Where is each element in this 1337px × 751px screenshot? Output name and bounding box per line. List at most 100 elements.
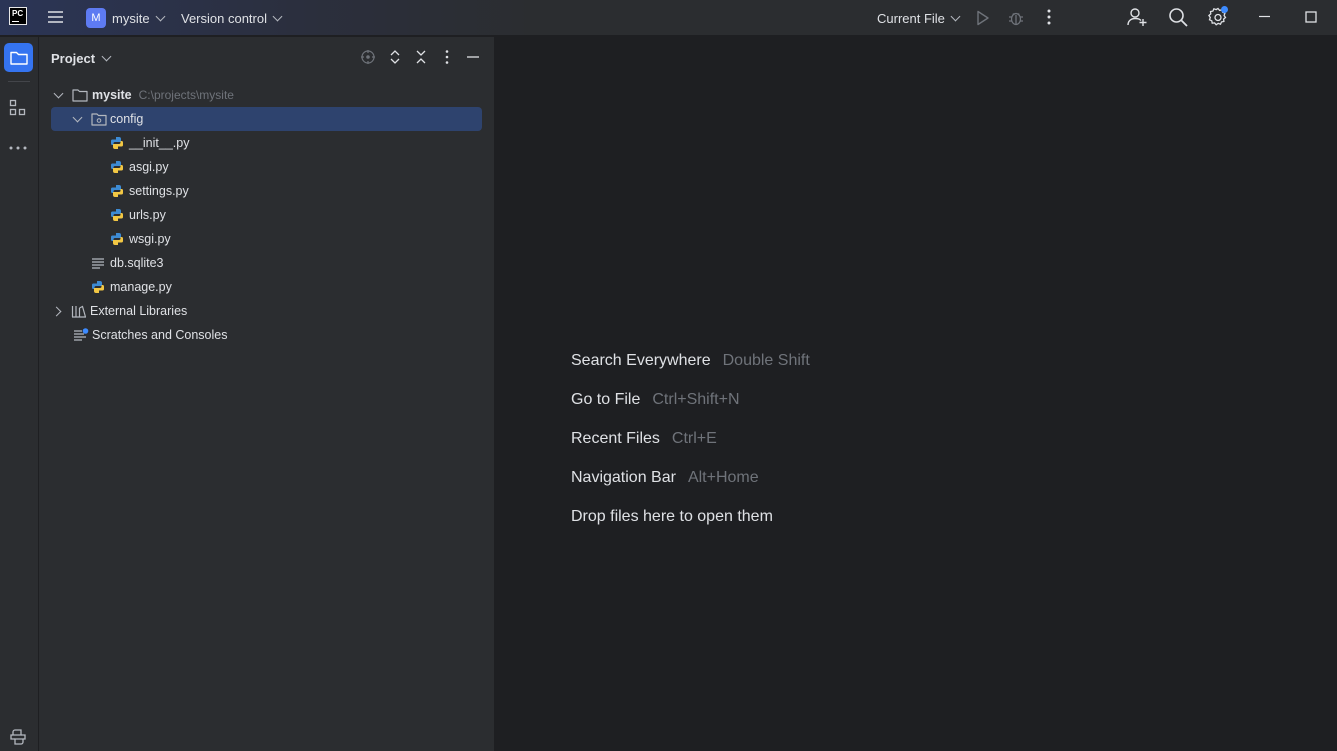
run-config-selector[interactable]: Current File [877,0,961,36]
tree-item-mysite[interactable]: mysite C:\projects\mysite [51,83,481,107]
search-icon [1169,8,1188,27]
tree-item-manage-py[interactable]: manage.py [91,275,172,299]
project-tool-window: Project mysite C:\projects\mysite config… [39,37,495,751]
project-tool-button[interactable] [4,43,33,72]
tree-item-urls-py[interactable]: urls.py [110,203,166,227]
project-badge: M [86,8,106,28]
hint-action: Search Everywhere [571,352,711,369]
tree-item-settings-py[interactable]: settings.py [110,179,189,203]
hint-drop-text: Drop files here to open them [571,508,773,525]
chevron-down-icon [53,88,64,98]
expand-all-button[interactable] [387,49,403,65]
tree-item-label: manage.py [110,280,172,294]
tree-item-label: asgi.py [129,160,169,174]
more-tools-button[interactable] [8,138,28,158]
text-file-icon [92,258,104,269]
more-vertical-icon [1047,9,1051,25]
python-file-icon [110,161,124,173]
tree-item-label: db.sqlite3 [110,256,164,270]
run-icon [977,10,989,26]
tree-item-label: config [110,112,144,126]
chevron-right-icon [51,306,62,316]
tree-item-wsgi-py[interactable]: wsgi.py [110,227,171,251]
python-file-icon [110,185,124,197]
app-logo-text: PC [12,9,24,18]
hint-recent-files: Recent Files Ctrl+E [571,430,717,448]
chevron-down-icon [950,11,961,21]
hint-go-to-file: Go to File Ctrl+Shift+N [571,391,740,409]
debug-bug-icon [1009,12,1023,26]
run-config-label: Current File [877,10,945,26]
tree-item-label: urls.py [129,208,166,222]
settings-button[interactable] [1206,5,1230,29]
editor-empty-area[interactable]: Search Everywhere Double Shift Go to Fil… [495,37,1337,751]
expand-all-icon [390,50,400,64]
chevron-down-icon [155,11,166,21]
more-actions-button[interactable] [1041,8,1057,28]
main-menu-button[interactable] [46,8,66,28]
hint-shortcut: Ctrl+Shift+N [652,391,740,408]
tree-item-label: External Libraries [90,304,188,318]
project-name: mysite [112,10,150,26]
hide-panel-button[interactable] [465,49,481,65]
scratches-icon [74,328,89,341]
tree-item-label: mysite [92,88,132,102]
maximize-icon [1305,11,1317,23]
chevron-down-icon [101,51,112,61]
tree-item-label: settings.py [129,184,189,198]
libraries-icon [71,305,87,318]
tree-item-db-sqlite3[interactable]: db.sqlite3 [91,251,164,275]
project-tree: mysite C:\projects\mysite config __init_… [39,83,494,353]
tree-item-init-py[interactable]: __init__.py [110,131,189,155]
folder-icon [72,89,88,102]
code-with-me-button[interactable] [1126,6,1148,28]
tree-item-label: __init__.py [129,136,190,150]
project-widget[interactable]: M mysite [86,0,166,36]
structure-icon [9,99,26,116]
tool-window-strip [0,37,39,751]
chevron-down-icon [72,112,83,122]
title-bar: PC M mysite Version control Current File [0,0,1337,36]
minimize-icon [1259,15,1270,18]
python-file-icon [110,209,124,221]
notification-dot [1221,6,1228,13]
add-user-icon [1127,8,1147,26]
vcs-widget[interactable]: Version control [181,0,283,36]
tree-item-scratches[interactable]: Scratches and Consoles [73,323,228,347]
project-view-selector[interactable]: Project [51,49,112,67]
panel-options-button[interactable] [439,49,455,65]
python-console-button[interactable] [8,727,28,747]
more-vertical-icon [445,50,449,64]
app-logo[interactable]: PC [9,7,27,25]
select-opened-file-button[interactable] [360,49,376,65]
structure-tool-button[interactable] [8,98,28,118]
more-tools-icon [9,146,27,150]
app-logo-underline [12,21,19,22]
hint-shortcut: Ctrl+E [671,430,717,447]
maximize-button[interactable] [1296,6,1326,28]
chevron-down-icon [272,11,283,21]
hint-action: Recent Files [571,430,660,447]
python-file-icon [110,137,124,149]
run-button[interactable] [973,8,993,28]
hint-action: Go to File [571,391,641,408]
minimize-button[interactable] [1250,6,1280,28]
hint-search-everywhere: Search Everywhere Double Shift [571,352,810,370]
debug-button[interactable] [1006,8,1026,28]
python-console-icon [10,729,26,745]
project-folder-icon [9,51,28,65]
collapse-all-button[interactable] [413,49,429,65]
hint-shortcut: Double Shift [722,352,810,369]
package-icon [91,113,107,126]
search-everywhere-button[interactable] [1167,6,1189,28]
minimize-icon [467,56,479,58]
strip-divider [8,81,30,82]
project-panel-title: Project [51,50,96,66]
tree-item-path: C:\projects\mysite [138,88,234,102]
vcs-label: Version control [181,10,267,26]
tree-item-config[interactable]: config [51,107,482,131]
hamburger-menu-icon [48,11,63,23]
crosshair-icon [361,50,375,64]
tree-item-asgi-py[interactable]: asgi.py [110,155,169,179]
tree-item-external-libraries[interactable]: External Libraries [51,299,187,323]
